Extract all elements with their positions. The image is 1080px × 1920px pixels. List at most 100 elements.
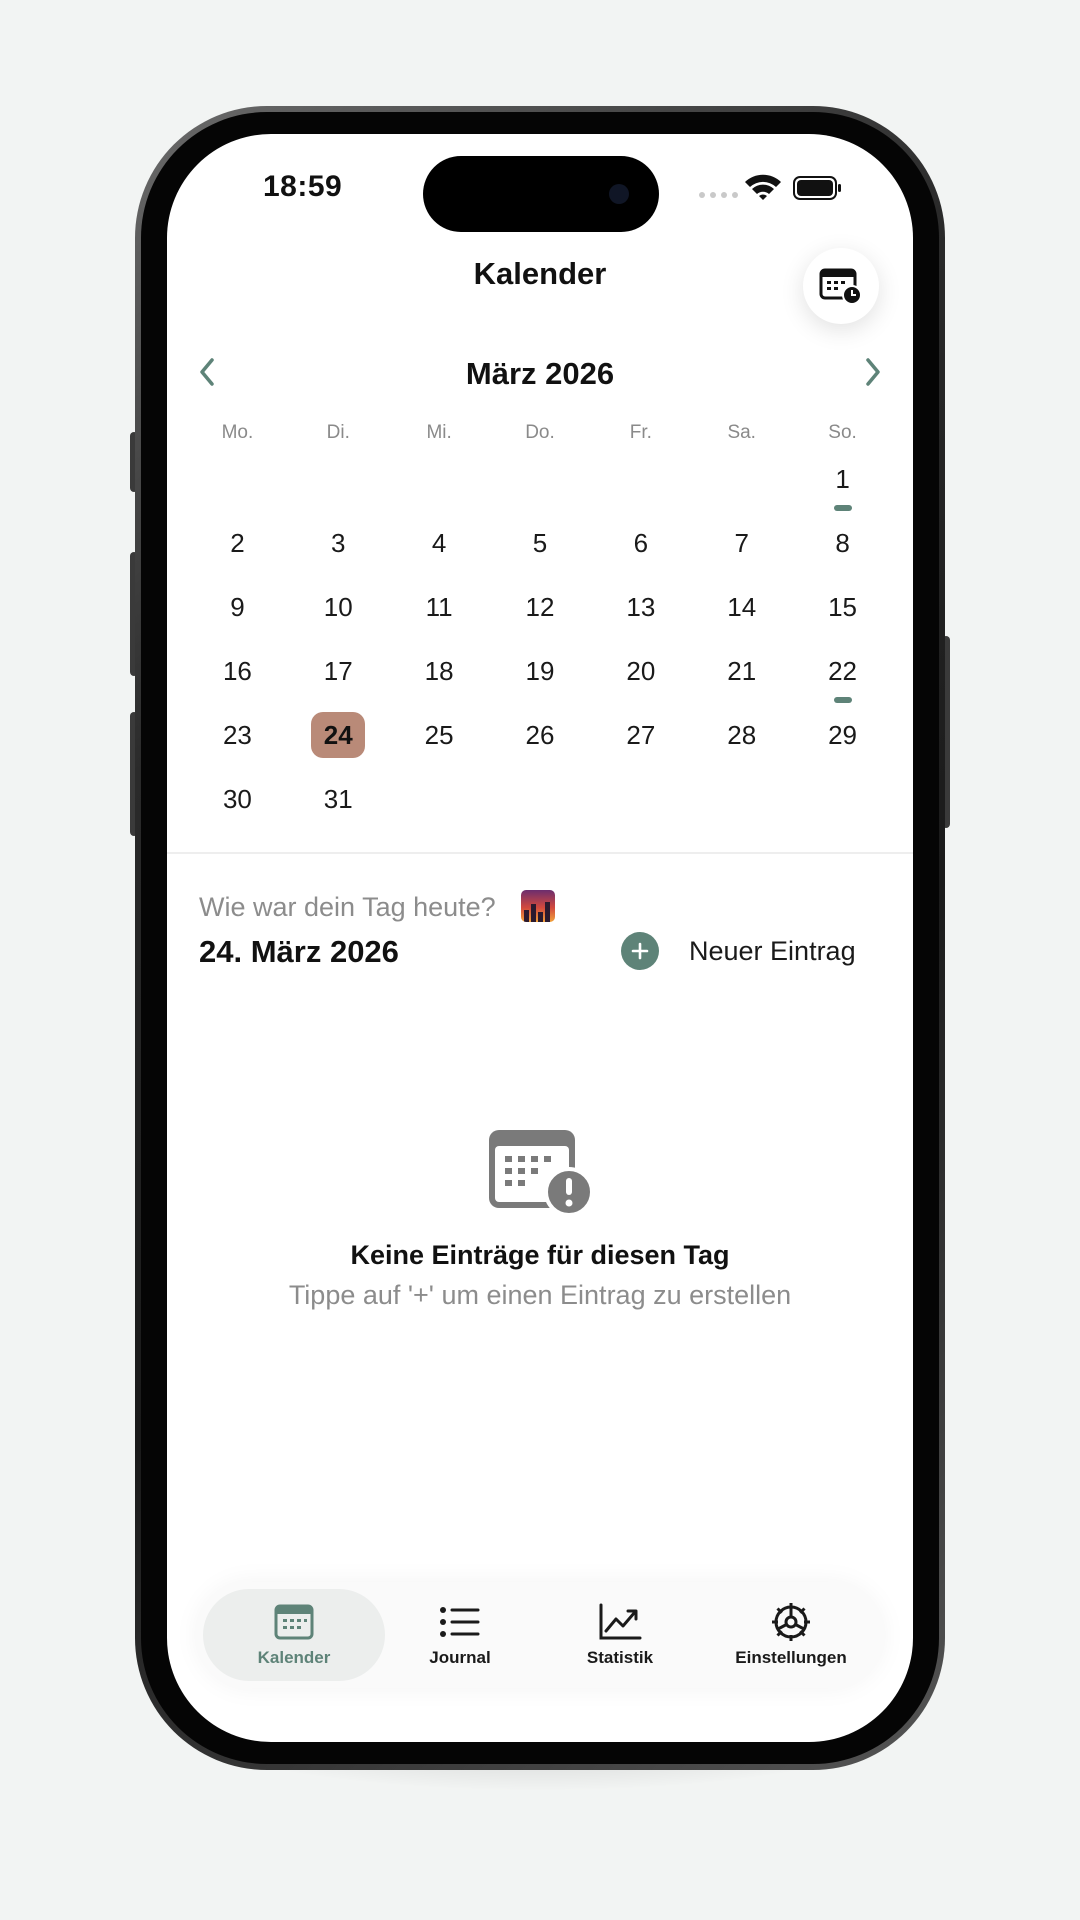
- cellular-signal-icon: [699, 192, 738, 198]
- weekday-label: Do.: [525, 422, 555, 443]
- plus-icon: [621, 932, 659, 970]
- calendar-day-19[interactable]: 19: [490, 644, 591, 708]
- status-time: 18:59: [263, 170, 343, 203]
- tab-journal[interactable]: Journal: [385, 1589, 535, 1681]
- calendar-empty-cell: [792, 772, 893, 836]
- calendar-day-17[interactable]: 17: [288, 644, 389, 708]
- calendar-day-9[interactable]: 9: [187, 580, 288, 644]
- tab-einstellungen[interactable]: Einstellungen: [705, 1589, 877, 1681]
- calendar-empty-cell: [389, 772, 490, 836]
- day-number: 16: [222, 656, 252, 686]
- entry-indicator: [833, 697, 852, 703]
- calendar-clock-icon: [819, 268, 862, 305]
- calendar-empty-cell: [490, 772, 591, 836]
- day-number: 19: [525, 656, 555, 686]
- divider: [167, 852, 913, 854]
- calendar-day-8[interactable]: 8: [792, 516, 893, 580]
- day-number: 29: [828, 720, 858, 750]
- day-number: 8: [835, 528, 850, 558]
- tab-kalender[interactable]: Kalender: [203, 1589, 385, 1681]
- tab-bar: Kalender Journal Statistik Einstellungen: [197, 1582, 883, 1688]
- battery-icon: [793, 176, 841, 200]
- day-number: 22: [828, 656, 858, 686]
- calendar-day-28[interactable]: 28: [691, 708, 792, 772]
- calendar-day-2[interactable]: 2: [187, 516, 288, 580]
- calendar-day-7[interactable]: 7: [691, 516, 792, 580]
- day-number: 24: [311, 712, 366, 758]
- calendar-day-26[interactable]: 26: [490, 708, 591, 772]
- day-number: 23: [222, 720, 252, 750]
- selected-date: 24. März 2026: [199, 934, 399, 969]
- day-number: 2: [230, 528, 245, 558]
- day-number: 1: [835, 464, 850, 494]
- tab-label: Kalender: [257, 1648, 331, 1667]
- calendar-day-23[interactable]: 23: [187, 708, 288, 772]
- calendar-day-15[interactable]: 15: [792, 580, 893, 644]
- day-number: 28: [727, 720, 757, 750]
- day-number: 25: [424, 720, 454, 750]
- calendar-empty-cell: [389, 452, 490, 516]
- calendar-day-4[interactable]: 4: [389, 516, 490, 580]
- calendar-day-18[interactable]: 18: [389, 644, 490, 708]
- tab-label: Statistik: [586, 1648, 654, 1667]
- weekday-label: Mo.: [221, 422, 254, 443]
- tab-statistik[interactable]: Statistik: [535, 1589, 705, 1681]
- calendar-day-20[interactable]: 20: [590, 644, 691, 708]
- day-number: 31: [323, 784, 353, 814]
- day-number: 26: [525, 720, 555, 750]
- calendar-day-29[interactable]: 29: [792, 708, 893, 772]
- wifi-icon: [745, 174, 781, 200]
- day-number: 18: [424, 656, 454, 686]
- calendar-day-11[interactable]: 11: [389, 580, 490, 644]
- calendar-grid: 1 2 3 4 5 6 7 8 9 10 11 12 13 14 15 16 17 18 19 20 21 22 23 24 2…: [187, 452, 893, 836]
- calendar-icon: [274, 1604, 314, 1640]
- day-number: 12: [525, 592, 555, 622]
- month-title: März 2026: [465, 356, 615, 391]
- phone-bezel: 18:59 Kalender März 2026 Mo. Di. Mi. Do.…: [141, 112, 939, 1764]
- chevron-right-icon: [866, 358, 880, 386]
- day-number: 30: [222, 784, 252, 814]
- day-number: 14: [727, 592, 757, 622]
- calendar-day-27[interactable]: 27: [590, 708, 691, 772]
- calendar-day-13[interactable]: 13: [590, 580, 691, 644]
- calendar-day-16[interactable]: 16: [187, 644, 288, 708]
- calendar-day-6[interactable]: 6: [590, 516, 691, 580]
- weekday-label: Fr.: [629, 422, 652, 443]
- app-screen: 18:59 Kalender März 2026 Mo. Di. Mi. Do.…: [167, 134, 913, 1742]
- calendar-day-21[interactable]: 21: [691, 644, 792, 708]
- day-number: 11: [425, 592, 453, 622]
- calendar-day-10[interactable]: 10: [288, 580, 389, 644]
- empty-state-subtitle: Tippe auf '+' um einen Eintrag zu erstel…: [288, 1280, 792, 1310]
- page-title: Kalender: [473, 256, 607, 291]
- calendar-day-31[interactable]: 31: [288, 772, 389, 836]
- weekday-header: Mo. Di. Mi. Do. Fr. Sa. So.: [187, 422, 893, 444]
- day-number: 7: [734, 528, 749, 558]
- calendar-history-button[interactable]: [803, 248, 879, 324]
- new-entry-button[interactable]: Neuer Eintrag: [621, 930, 856, 972]
- tab-label: Journal: [429, 1648, 491, 1667]
- weekday-label: Di.: [326, 422, 350, 443]
- next-month-button[interactable]: [853, 352, 893, 392]
- settings-icon: [772, 1603, 810, 1641]
- calendar-day-25[interactable]: 25: [389, 708, 490, 772]
- mood-question: Wie war dein Tag heute?: [199, 892, 496, 922]
- new-entry-label: Neuer Eintrag: [689, 935, 856, 966]
- day-number: 4: [431, 528, 447, 558]
- calendar-day-5[interactable]: 5: [490, 516, 591, 580]
- weekday-label: Sa.: [727, 422, 756, 443]
- camera-icon: [609, 184, 629, 204]
- day-number: 9: [230, 592, 245, 622]
- tab-label: Einstellungen: [735, 1648, 847, 1667]
- calendar-day-24[interactable]: 24: [288, 708, 389, 772]
- calendar-day-30[interactable]: 30: [187, 772, 288, 836]
- calendar-empty-cell: [490, 452, 591, 516]
- calendar-day-1[interactable]: 1: [792, 452, 893, 516]
- calendar-day-14[interactable]: 14: [691, 580, 792, 644]
- calendar-day-22[interactable]: 22: [792, 644, 893, 708]
- calendar-empty-cell: [590, 452, 691, 516]
- calendar-day-3[interactable]: 3: [288, 516, 389, 580]
- day-number: 3: [331, 528, 346, 558]
- calendar-day-12[interactable]: 12: [490, 580, 591, 644]
- sunset-emoji-icon: [521, 890, 555, 922]
- calendar-empty-cell: [691, 452, 792, 516]
